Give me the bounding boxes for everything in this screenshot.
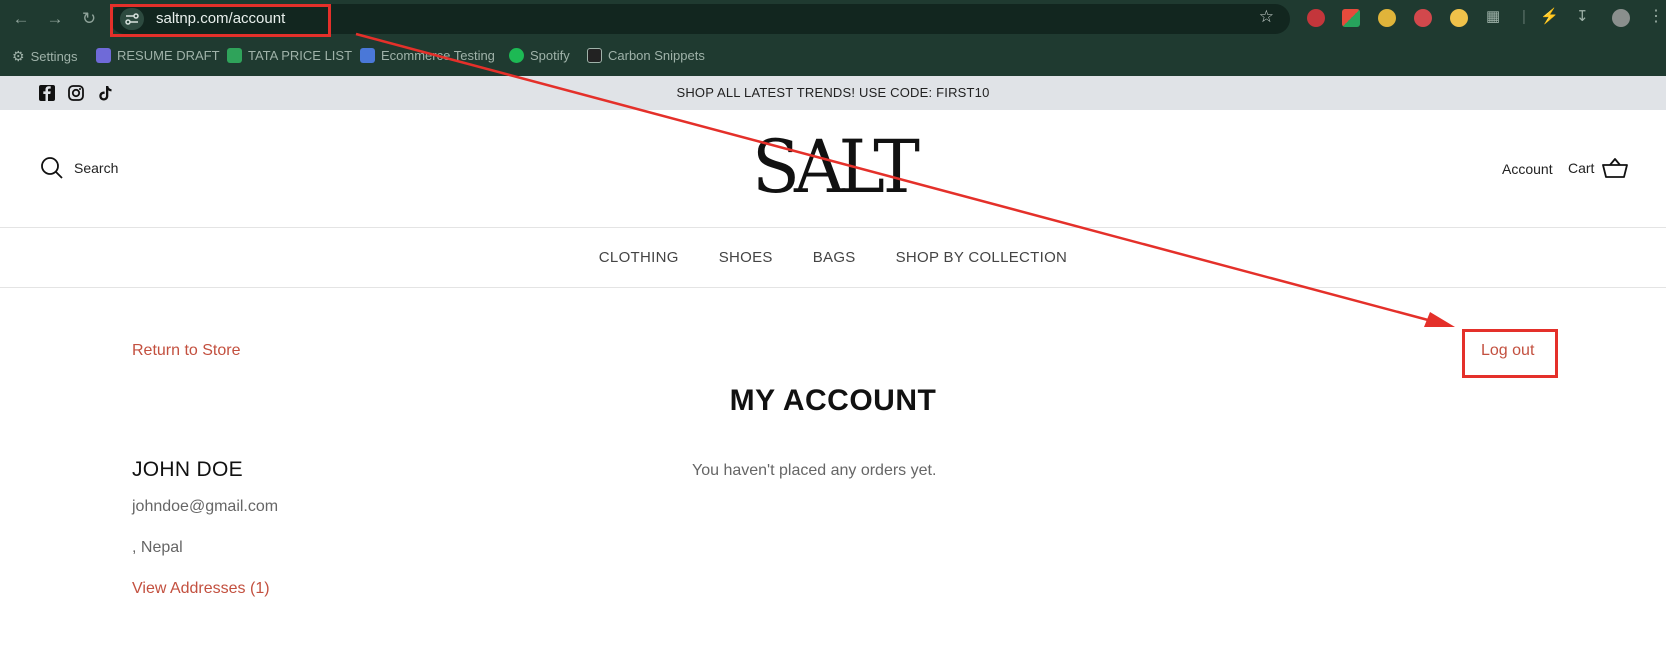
sheets-icon	[227, 48, 242, 63]
performance-icon[interactable]: ⚡	[1540, 6, 1559, 28]
bookmark-resume-draft[interactable]: RESUME DRAFT	[96, 48, 220, 63]
bookmark-ecommerce-testing[interactable]: Ecommerce Testing	[360, 48, 495, 63]
bookmark-settings[interactable]: ⚙ Settings	[12, 48, 78, 65]
menu-item-bags[interactable]: BAGS	[813, 249, 856, 266]
cart-button[interactable]: Cart	[1568, 157, 1629, 179]
extension-icon[interactable]	[1450, 9, 1468, 27]
back-icon[interactable]: ←	[10, 8, 32, 30]
customer-name: JOHN DOE	[132, 458, 243, 481]
basket-icon	[1602, 158, 1629, 178]
bookmark-carbon-snippets[interactable]: Carbon Snippets	[587, 48, 705, 63]
annotation-box-url	[110, 4, 331, 37]
extension-icon[interactable]	[1378, 9, 1396, 27]
extension-icon[interactable]	[1307, 9, 1325, 27]
spotify-icon	[509, 48, 524, 63]
bookmark-star-icon[interactable]: ☆	[1259, 7, 1274, 27]
bookmark-label: Settings	[30, 49, 78, 64]
extensions-puzzle-icon[interactable]: ▦	[1486, 6, 1500, 28]
menu-item-shop-by-collection[interactable]: SHOP BY COLLECTION	[896, 249, 1068, 266]
bookmark-tata-price-list[interactable]: TATA PRICE LIST	[227, 48, 352, 63]
extension-icon[interactable]	[1342, 9, 1360, 27]
extension-icon[interactable]	[1414, 9, 1432, 27]
reload-icon[interactable]: ↻	[78, 8, 100, 30]
view-addresses-link[interactable]: View Addresses (1)	[132, 580, 270, 598]
bookmark-spotify[interactable]: Spotify	[509, 48, 570, 63]
doc-icon	[96, 48, 111, 63]
annotation-box-logout	[1462, 329, 1558, 378]
account-link[interactable]: Account	[1502, 161, 1553, 177]
customer-address: , Nepal	[132, 539, 183, 556]
return-to-store-link[interactable]: Return to Store	[132, 342, 241, 360]
bookmark-label: Ecommerce Testing	[381, 48, 495, 63]
page-title: MY ACCOUNT	[729, 384, 937, 417]
customer-email: johndoe@gmail.com	[132, 498, 279, 515]
site-header: Search SALT Account Cart	[0, 110, 1666, 228]
menu-item-clothing[interactable]: CLOTHING	[599, 249, 679, 266]
menu-kebab-icon[interactable]: ⋮	[1648, 6, 1664, 28]
bookmark-label: RESUME DRAFT	[117, 48, 220, 63]
promo-text: SHOP ALL LATEST TRENDS! USE CODE: FIRST1…	[676, 85, 990, 100]
bookmark-label: Spotify	[530, 48, 570, 63]
bookmarks-bar: ⚙ Settings RESUME DRAFT TATA PRICE LIST …	[0, 46, 1666, 70]
profile-avatar-icon[interactable]	[1612, 9, 1630, 27]
orders-empty-message: You haven't placed any orders yet.	[692, 462, 937, 479]
forward-icon[interactable]: →	[44, 8, 66, 30]
site-logo[interactable]: SALT	[0, 130, 1666, 204]
main-menu: CLOTHING SHOES BAGS SHOP BY COLLECTION	[0, 228, 1666, 288]
download-icon[interactable]: ↧	[1576, 6, 1589, 28]
docs-icon	[360, 48, 375, 63]
bookmark-label: Carbon Snippets	[608, 48, 705, 63]
bookmark-label: TATA PRICE LIST	[248, 48, 353, 63]
menu-item-shoes[interactable]: SHOES	[719, 249, 773, 266]
divider-icon: |	[1522, 8, 1526, 25]
gear-icon: ⚙	[12, 48, 25, 64]
announcement-bar: SHOP ALL LATEST TRENDS! USE CODE: FIRST1…	[0, 76, 1666, 110]
carbon-icon	[587, 48, 602, 63]
cart-label: Cart	[1568, 160, 1595, 176]
